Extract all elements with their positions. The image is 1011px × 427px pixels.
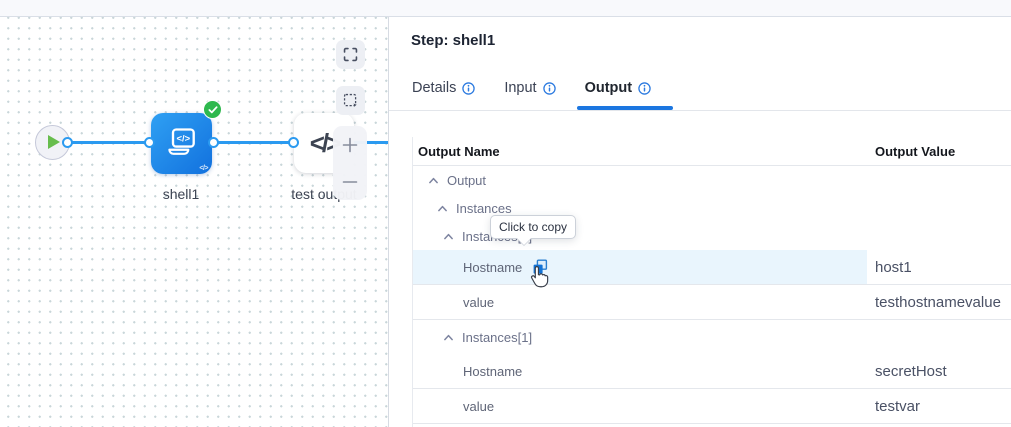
tab-label: Details bbox=[412, 80, 456, 96]
table-row: value testvar bbox=[413, 389, 1011, 424]
output-value-cell[interactable]: testvar bbox=[875, 389, 920, 423]
zoom-out-button[interactable] bbox=[333, 164, 367, 200]
output-table-rows: OutputInstancesInstances[0]Hostnamehost1… bbox=[413, 166, 1011, 424]
top-bar bbox=[0, 0, 1011, 17]
chevron-up-icon[interactable] bbox=[428, 177, 439, 184]
marquee-select-button[interactable] bbox=[336, 86, 365, 115]
table-header: Output Name Output Value bbox=[413, 137, 1011, 166]
connection-port[interactable] bbox=[62, 137, 73, 148]
node-label-shell1: shell1 bbox=[141, 186, 221, 202]
tooltip: Click to copy bbox=[490, 215, 576, 239]
node-shell1[interactable]: </> </> bbox=[151, 113, 212, 174]
column-header-output-name: Output Name bbox=[413, 144, 867, 159]
shell-script-icon: </> bbox=[164, 125, 200, 166]
table-row: Hostname secretHost bbox=[413, 354, 1011, 389]
output-name-cell[interactable]: value bbox=[413, 285, 867, 319]
svg-text:</>: </> bbox=[177, 134, 191, 145]
workflow-editor: </> </> </> shell1 test output bbox=[0, 0, 1011, 427]
connection-port[interactable] bbox=[208, 137, 219, 148]
table-row: Hostname host1 bbox=[413, 250, 1011, 285]
fullscreen-icon bbox=[342, 46, 359, 63]
output-name-label: Hostname bbox=[463, 260, 522, 275]
chevron-up-icon[interactable] bbox=[443, 334, 454, 341]
zoom-in-icon bbox=[341, 136, 359, 154]
tab-bar: Details Input Output bbox=[389, 78, 1011, 111]
output-value-cell[interactable]: testhostnamevalue bbox=[875, 285, 1001, 319]
table-row: value testhostnamevalue bbox=[413, 285, 1011, 320]
output-value-cell[interactable]: host1 bbox=[875, 250, 912, 284]
output-name-label: Hostname bbox=[463, 364, 522, 379]
tab-label: Output bbox=[585, 80, 633, 96]
table-row[interactable]: Output bbox=[413, 166, 1011, 194]
output-table: Output Name Output Value Output Instances… bbox=[412, 137, 1011, 427]
marquee-select-icon bbox=[342, 92, 359, 109]
step-inspector-panel: Step: shell1 Details Input Output Output… bbox=[389, 17, 1011, 427]
tab-label: Input bbox=[504, 80, 536, 96]
connection-port[interactable] bbox=[288, 137, 299, 148]
code-mini-icon: </> bbox=[199, 165, 208, 172]
info-icon[interactable] bbox=[462, 82, 475, 95]
output-name-cell[interactable]: Hostname bbox=[413, 354, 867, 388]
play-icon bbox=[48, 135, 60, 149]
page-title: Step: shell1 bbox=[411, 32, 495, 49]
info-icon[interactable] bbox=[638, 82, 651, 95]
group-label: Instances[1] bbox=[462, 330, 532, 345]
connection-port[interactable] bbox=[144, 137, 155, 148]
group-label: Instances bbox=[456, 201, 512, 216]
output-name-label: value bbox=[463, 295, 494, 310]
fullscreen-button[interactable] bbox=[336, 40, 365, 69]
tab-details[interactable]: Details bbox=[412, 78, 475, 108]
column-header-output-value: Output Value bbox=[875, 144, 955, 159]
workflow-canvas[interactable]: </> </> </> shell1 test output bbox=[0, 17, 389, 427]
output-name-cell[interactable]: Hostname bbox=[413, 250, 867, 284]
table-row[interactable]: Instances[1] bbox=[413, 320, 1011, 354]
chevron-up-icon[interactable] bbox=[437, 205, 448, 212]
zoom-in-button[interactable] bbox=[333, 127, 367, 163]
output-name-label: value bbox=[463, 399, 494, 414]
zoom-controls bbox=[333, 126, 367, 200]
info-icon[interactable] bbox=[543, 82, 556, 95]
cursor-pointer-icon bbox=[528, 264, 550, 295]
chevron-up-icon[interactable] bbox=[443, 233, 454, 240]
tab-input[interactable]: Input bbox=[504, 78, 555, 108]
output-value-cell[interactable]: secretHost bbox=[875, 354, 947, 388]
success-check-icon bbox=[203, 100, 222, 119]
zoom-out-icon bbox=[341, 173, 359, 191]
group-label: Output bbox=[447, 173, 486, 188]
output-name-cell[interactable]: value bbox=[413, 389, 867, 423]
tab-output[interactable]: Output bbox=[585, 78, 652, 108]
